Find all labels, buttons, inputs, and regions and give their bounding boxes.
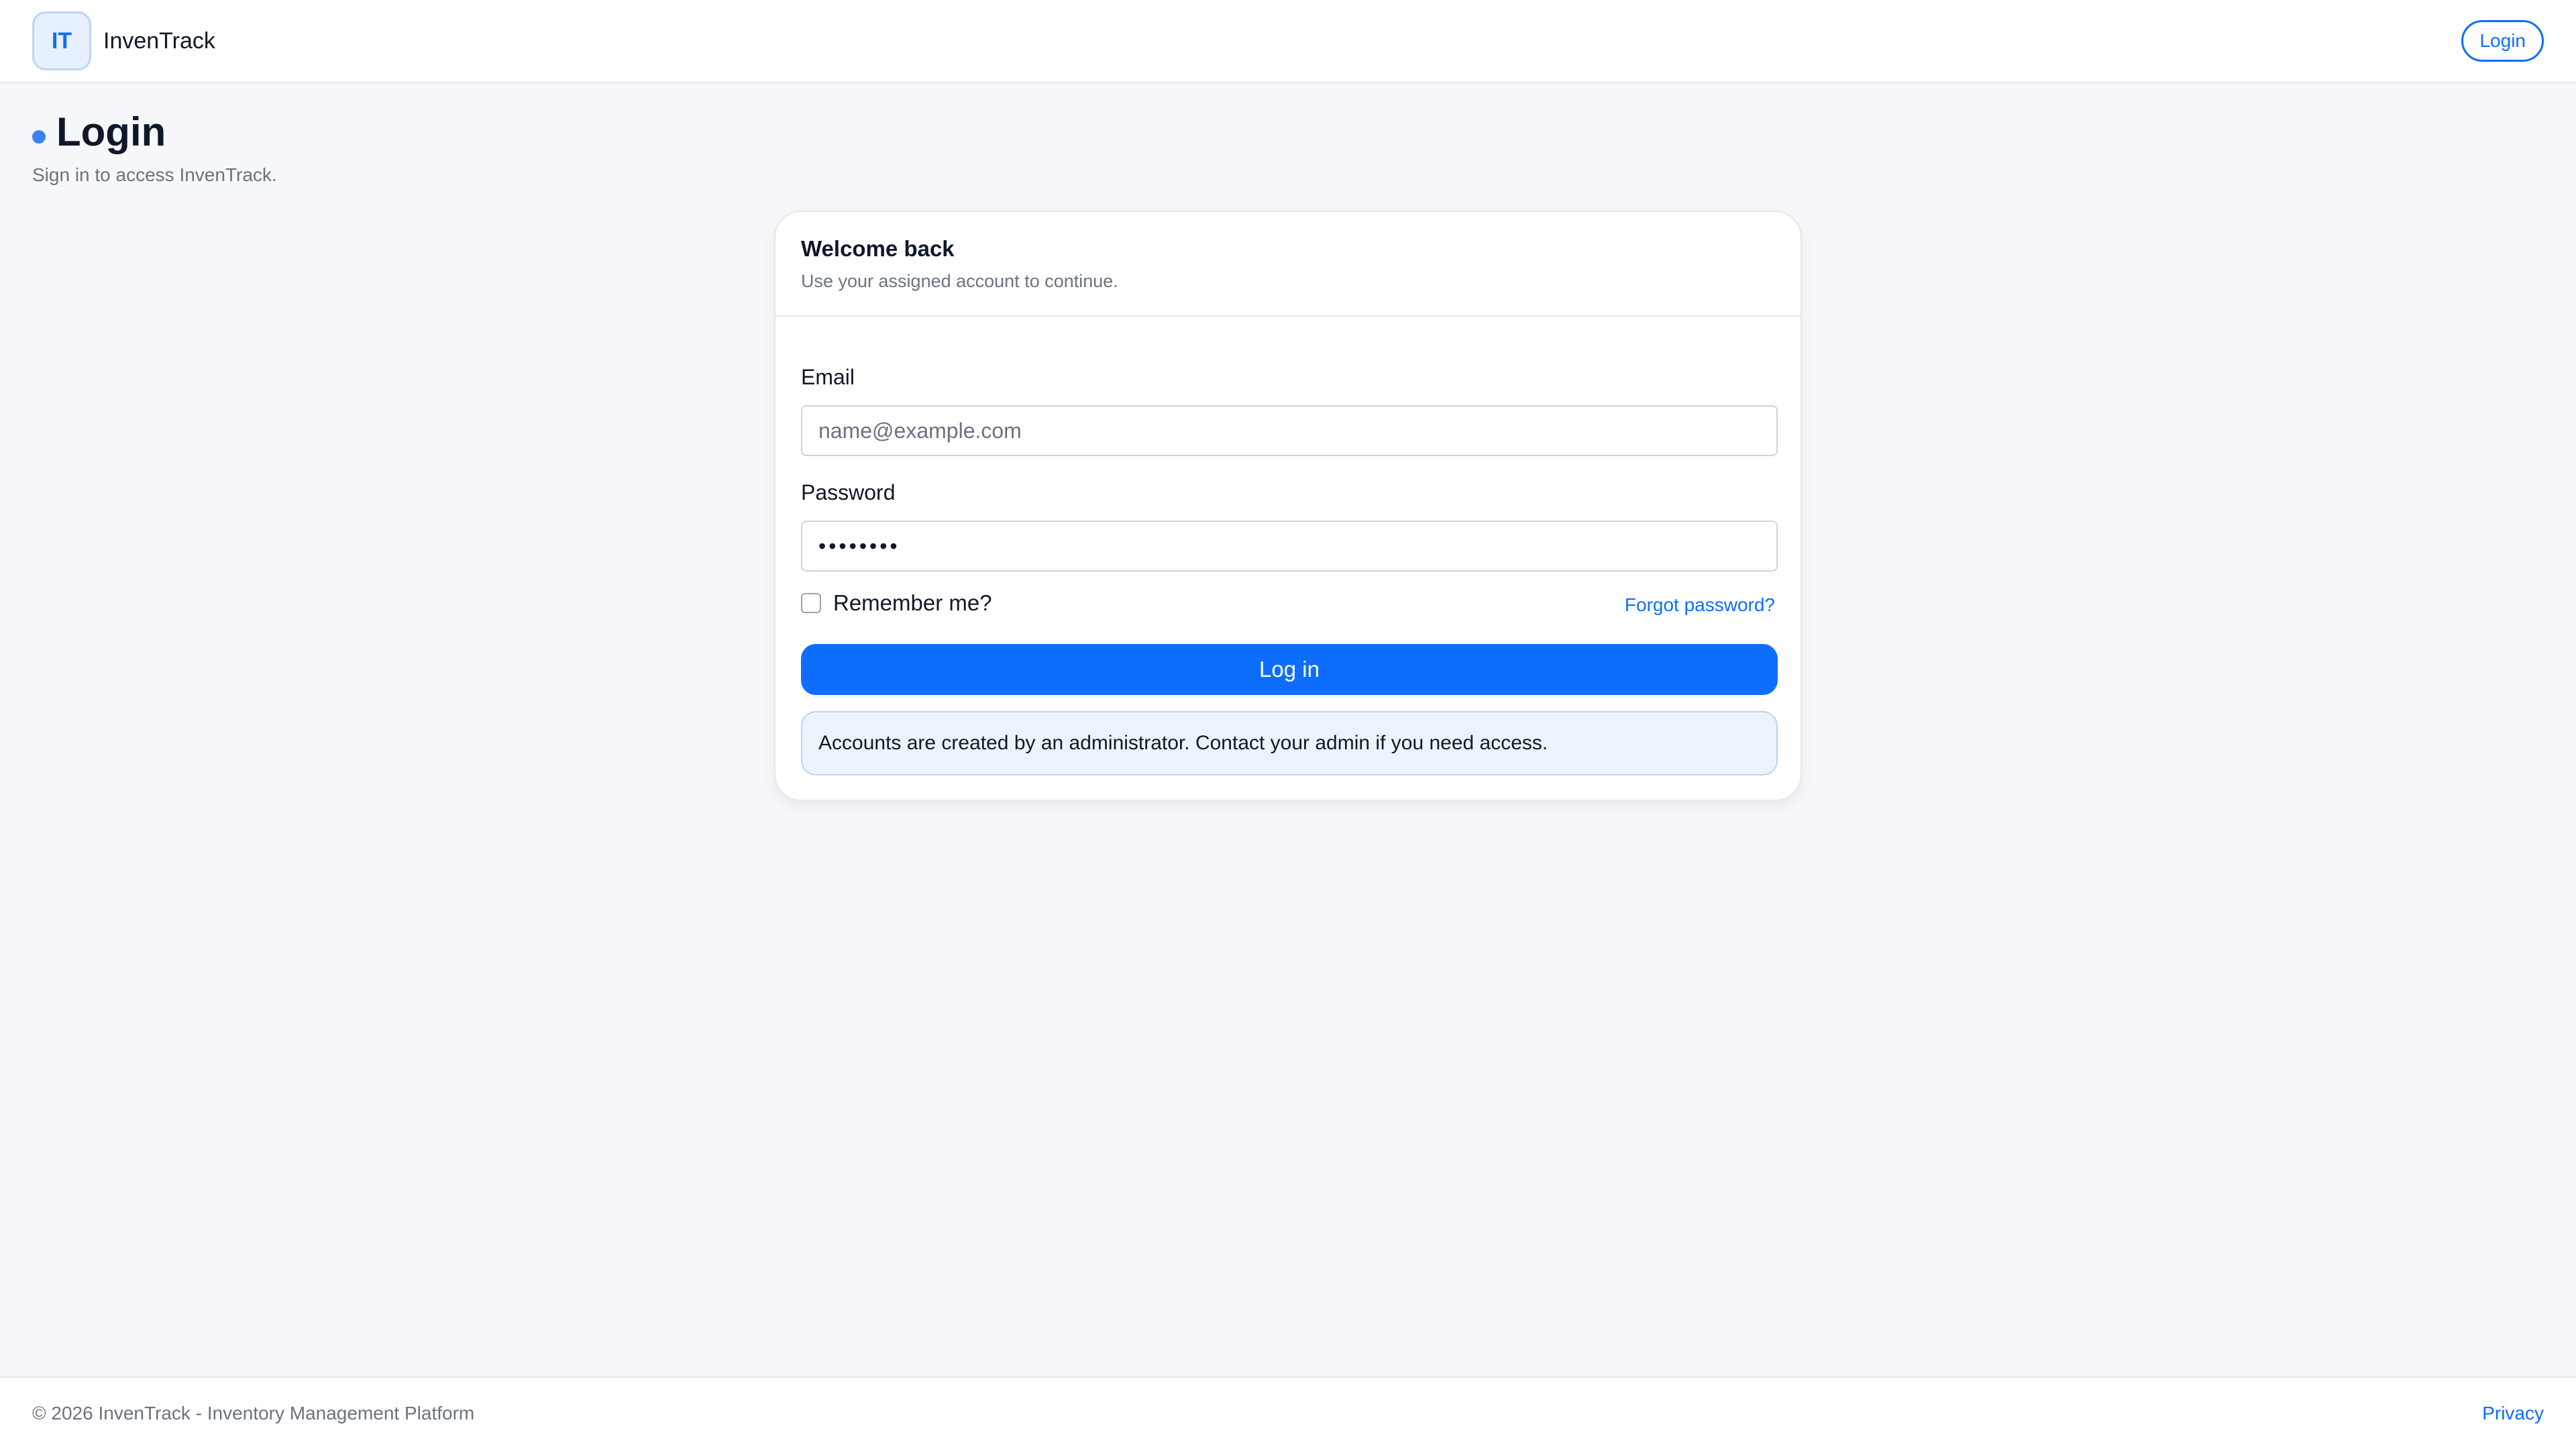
page-subtitle: Sign in to access InvenTrack. xyxy=(32,164,277,185)
page-title: Login xyxy=(56,109,166,154)
email-field[interactable] xyxy=(801,405,1778,456)
remember-checkbox[interactable] xyxy=(801,593,821,613)
top-navbar: IT InvenTrack Login xyxy=(0,0,2576,83)
card-header: Welcome back Use your assigned account t… xyxy=(775,212,1801,317)
brand[interactable]: IT InvenTrack xyxy=(32,11,215,70)
card-subtitle: Use your assigned account to continue. xyxy=(801,271,1118,291)
info-alert: Accounts are created by an administrator… xyxy=(801,711,1778,775)
page-heading: Login Sign in to access InvenTrack. xyxy=(32,109,277,186)
page-footer: © 2026 InvenTrack - Inventory Management… xyxy=(0,1377,2576,1449)
nav-login-button[interactable]: Login xyxy=(2461,20,2544,62)
privacy-link[interactable]: Privacy xyxy=(2482,1403,2544,1424)
app-root: IT InvenTrack Login Login Sign in to acc… xyxy=(0,0,2576,1449)
title-dot-icon xyxy=(32,129,46,144)
password-field[interactable] xyxy=(801,521,1778,572)
title-row: Login xyxy=(32,109,277,155)
login-submit-button[interactable]: Log in xyxy=(801,644,1778,695)
email-label: Email xyxy=(801,365,855,389)
remember-label: Remember me? xyxy=(833,590,992,615)
remember-me[interactable]: Remember me? xyxy=(801,590,992,616)
password-label: Password xyxy=(801,480,896,504)
brand-name: InvenTrack xyxy=(103,28,215,54)
brand-logo: IT xyxy=(32,11,91,70)
forgot-password-link[interactable]: Forgot password? xyxy=(1625,594,1775,616)
footer-copyright: © 2026 InvenTrack - Inventory Management… xyxy=(32,1403,475,1424)
card-title: Welcome back xyxy=(801,236,955,261)
login-card: Welcome back Use your assigned account t… xyxy=(774,211,1802,801)
